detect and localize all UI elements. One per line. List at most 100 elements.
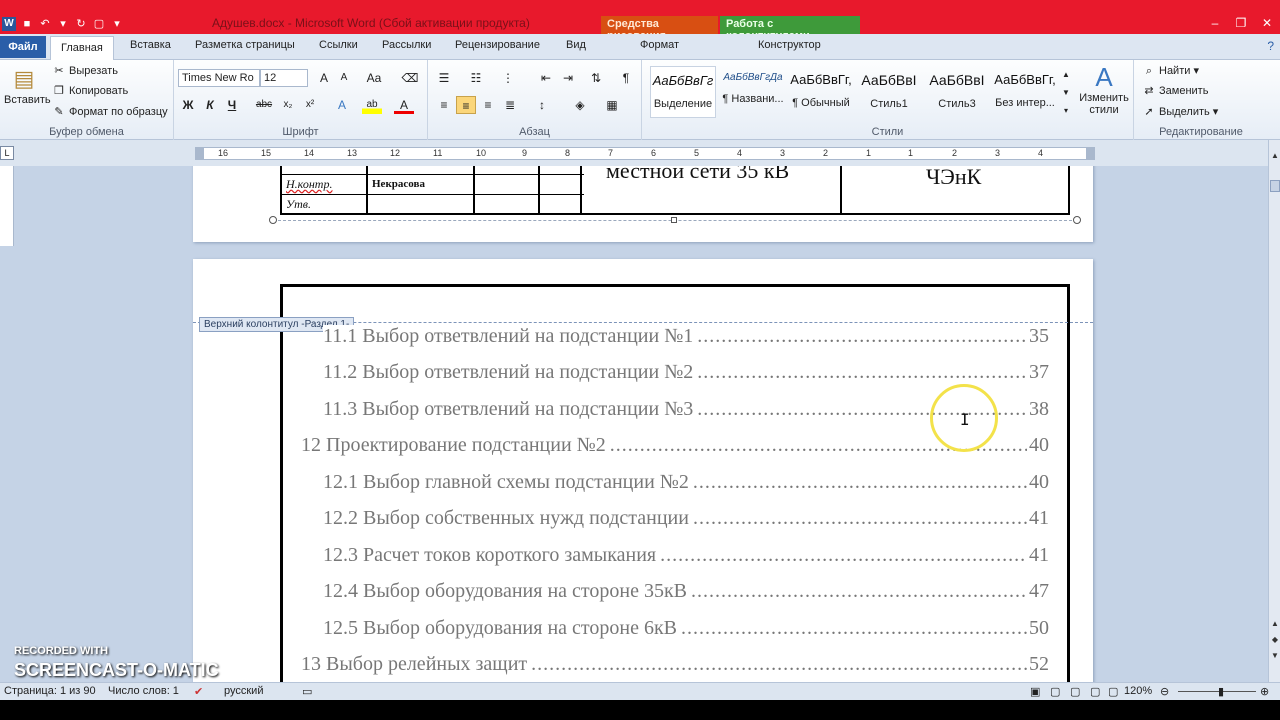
- format-painter-button[interactable]: ✎ Формат по образцу: [52, 105, 167, 119]
- word-logo-icon[interactable]: W: [2, 17, 16, 31]
- change-case-button[interactable]: Aa: [364, 69, 384, 87]
- scroll-up-icon[interactable]: ▲: [1269, 150, 1280, 162]
- toc-entry[interactable]: 12.2 Выбор собственных нужд подстанции 41: [323, 507, 1049, 530]
- style-item[interactable]: АаБбВвГг Выделение: [650, 66, 716, 118]
- toc-entry[interactable]: 11.1 Выбор ответвлений на подстанции №1 3…: [323, 325, 1049, 348]
- tab-mailings[interactable]: Рассылки: [382, 39, 431, 51]
- clear-format-icon[interactable]: ⌫: [400, 69, 420, 87]
- page-count[interactable]: Страница: 1 из 90: [4, 685, 96, 697]
- tab-references[interactable]: Ссылки: [319, 39, 358, 51]
- shading-icon[interactable]: ◈: [570, 96, 590, 114]
- cut-button[interactable]: ✂ Вырезать: [52, 64, 118, 78]
- style-item[interactable]: АаБбВвI Стиль1: [856, 66, 922, 118]
- tab-constructor[interactable]: Конструктор: [758, 39, 821, 51]
- toc-entry[interactable]: 12.4 Выбор оборудования на стороне 35кВ 4…: [323, 580, 1049, 603]
- toc-entry[interactable]: 13 Выбор релейных защит 52: [301, 653, 1049, 676]
- restore-icon[interactable]: ❐: [1228, 14, 1254, 32]
- redo-icon[interactable]: ↻: [74, 17, 88, 31]
- toc-entry[interactable]: 11.2 Выбор ответвлений на подстанции №2 3…: [323, 361, 1049, 384]
- undo-dropdown-icon[interactable]: ▾: [56, 17, 70, 31]
- shrink-font-button[interactable]: A: [334, 69, 354, 87]
- document-area[interactable]: Н.контр. Некрасова Утв. местной сети 35 …: [0, 166, 1268, 682]
- bullets-icon[interactable]: ☰: [434, 69, 454, 87]
- strikethrough-button[interactable]: abc: [254, 96, 274, 114]
- view-reading-icon[interactable]: ▢: [1050, 685, 1060, 698]
- style-item[interactable]: АаБбВвГг, ¶ Обычный: [788, 66, 854, 118]
- ruler-indent-marker[interactable]: 1: [908, 148, 913, 158]
- tab-file[interactable]: Файл: [0, 36, 46, 58]
- macro-record-icon[interactable]: ▭: [302, 685, 312, 698]
- scroll-up-icon[interactable]: ▲: [1269, 618, 1280, 630]
- customize-qat-icon[interactable]: ▾: [110, 17, 124, 31]
- tab-format[interactable]: Формат: [640, 39, 679, 51]
- highlight-button[interactable]: ab: [362, 96, 382, 114]
- help-icon[interactable]: ?: [1267, 39, 1274, 53]
- font-name-combo[interactable]: Times New Ro: [178, 69, 260, 87]
- tab-review[interactable]: Рецензирование: [455, 39, 540, 51]
- print-preview-icon[interactable]: ▢: [92, 17, 106, 31]
- change-styles-button[interactable]: A Изменить стили: [1076, 62, 1132, 116]
- align-center-icon[interactable]: ≡: [456, 96, 476, 114]
- decrease-indent-icon[interactable]: ⇤: [536, 69, 556, 87]
- close-icon[interactable]: ✕: [1254, 14, 1280, 32]
- zoom-out-icon[interactable]: ⊖: [1160, 685, 1169, 698]
- tab-page-layout[interactable]: Разметка страницы: [195, 39, 295, 51]
- save-icon[interactable]: ■: [20, 17, 34, 31]
- replace-button[interactable]: ⇄ Заменить: [1142, 84, 1208, 98]
- zoom-slider-thumb[interactable]: ▮: [1218, 685, 1224, 698]
- next-page-icon[interactable]: ▼: [1269, 650, 1280, 662]
- scroll-thumb[interactable]: [1270, 180, 1280, 192]
- numbering-icon[interactable]: ☷: [466, 69, 486, 87]
- page-previous[interactable]: Н.контр. Некрасова Утв. местной сети 35 …: [193, 166, 1093, 242]
- text-effects-button[interactable]: A: [332, 96, 352, 114]
- paste-button[interactable]: ▤ Вставить: [4, 64, 51, 106]
- tab-home[interactable]: Главная: [50, 36, 114, 60]
- view-web-icon[interactable]: ▢: [1070, 685, 1080, 698]
- multilevel-list-icon[interactable]: ⋮: [498, 69, 518, 87]
- styles-scroll-up-icon[interactable]: ▲: [1060, 66, 1072, 84]
- subscript-button[interactable]: x₂: [278, 96, 298, 114]
- bold-button[interactable]: Ж: [178, 96, 198, 114]
- zoom-slider[interactable]: [1178, 691, 1256, 692]
- selection-handle[interactable]: [269, 216, 277, 224]
- style-item[interactable]: АаБбВвГг, Без интер...: [992, 66, 1058, 118]
- language-indicator[interactable]: русский: [224, 685, 263, 697]
- increase-indent-icon[interactable]: ⇥: [558, 69, 578, 87]
- undo-icon[interactable]: ↶: [38, 17, 52, 31]
- tab-insert[interactable]: Вставка: [130, 39, 171, 51]
- show-marks-button[interactable]: ¶: [616, 69, 636, 87]
- font-size-combo[interactable]: 12: [260, 69, 308, 87]
- proofing-icon[interactable]: ✔: [194, 685, 203, 698]
- line-spacing-icon[interactable]: ↕: [532, 96, 552, 114]
- view-print-layout-icon[interactable]: ▣: [1030, 685, 1040, 698]
- zoom-in-icon[interactable]: ⊕: [1260, 685, 1269, 698]
- italic-button[interactable]: К: [200, 96, 220, 114]
- align-right-icon[interactable]: ≡: [478, 96, 498, 114]
- copy-button[interactable]: ❐ Копировать: [52, 84, 128, 98]
- style-item[interactable]: АаБбВвГгДа ¶ Названи...: [720, 66, 786, 118]
- styles-more-icon[interactable]: ▾: [1060, 102, 1072, 120]
- tab-view[interactable]: Вид: [566, 39, 586, 51]
- word-count[interactable]: Число слов: 1: [108, 685, 179, 697]
- toc-entry[interactable]: 12.5 Выбор оборудования на стороне 6кВ 50: [323, 617, 1049, 640]
- underline-button[interactable]: Ч: [222, 96, 242, 114]
- minimize-icon[interactable]: –: [1202, 14, 1228, 32]
- vertical-scrollbar[interactable]: ▲ ▲ ◆ ▼: [1268, 140, 1280, 682]
- zoom-level[interactable]: 120%: [1124, 685, 1152, 697]
- toc-entry[interactable]: 12.3 Расчет токов короткого замыкания 41: [323, 544, 1049, 567]
- page-current[interactable]: Верхний колонтитул -Раздел 1- 11.1 Выбор…: [193, 259, 1093, 682]
- borders-icon[interactable]: ▦: [602, 96, 622, 114]
- tab-selector-icon[interactable]: L: [0, 146, 14, 160]
- justify-icon[interactable]: ≣: [500, 96, 520, 114]
- superscript-button[interactable]: x²: [300, 96, 320, 114]
- selection-handle[interactable]: [1073, 216, 1081, 224]
- align-left-icon[interactable]: ≡: [434, 96, 454, 114]
- toc-entry[interactable]: 12.1 Выбор главной схемы подстанции №2 40: [323, 471, 1049, 494]
- prev-page-icon[interactable]: ◆: [1269, 634, 1280, 646]
- font-color-button[interactable]: A: [394, 96, 414, 114]
- view-outline-icon[interactable]: ▢: [1090, 685, 1100, 698]
- styles-scroll-down-icon[interactable]: ▼: [1060, 84, 1072, 102]
- grow-font-button[interactable]: A: [314, 69, 334, 87]
- vertical-ruler[interactable]: [0, 166, 14, 246]
- select-button[interactable]: ➚ Выделить ▾: [1142, 105, 1218, 119]
